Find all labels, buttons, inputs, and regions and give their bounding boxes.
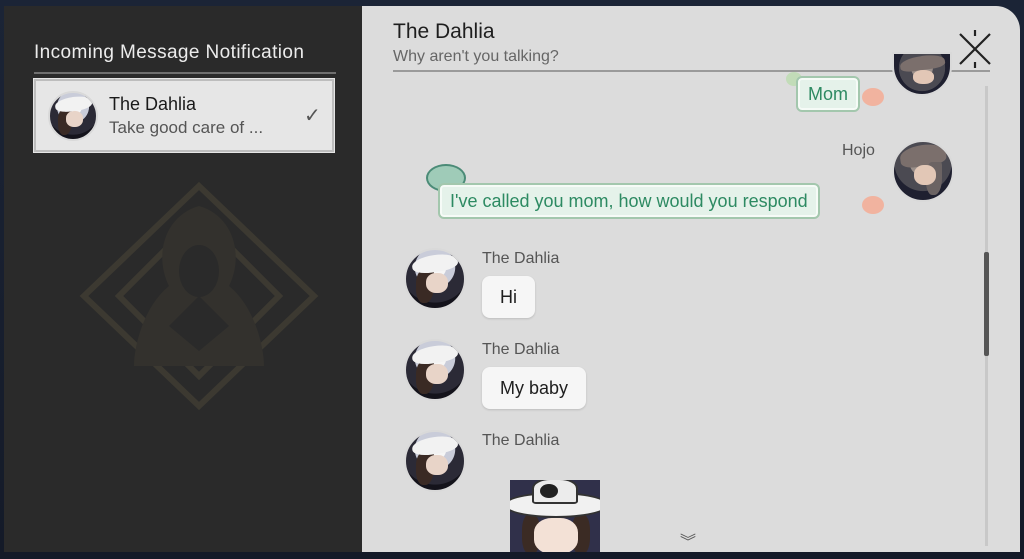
dahlia-avatar bbox=[404, 430, 466, 492]
message-sender: The Dahlia bbox=[482, 341, 560, 358]
dahlia-avatar bbox=[404, 248, 466, 310]
chat-title: The Dahlia bbox=[393, 20, 495, 43]
dahlia-avatar bbox=[404, 339, 466, 401]
decor-flower-icon bbox=[862, 88, 884, 106]
hojo-avatar bbox=[892, 52, 952, 96]
contact-card-the-dahlia[interactable]: The Dahlia Take good care of ... ✓ bbox=[33, 78, 335, 153]
contact-name: The Dahlia bbox=[109, 94, 197, 114]
message-bubble: Hi bbox=[482, 276, 535, 318]
sidebar-title: Incoming Message Notification bbox=[34, 42, 305, 63]
faction-emblem-icon bbox=[79, 181, 319, 411]
notification-sidebar: Incoming Message Notification The Dahlia… bbox=[4, 6, 364, 552]
hojo-avatar bbox=[892, 140, 954, 202]
message-sender: The Dahlia bbox=[482, 432, 560, 449]
message-option-called-mom[interactable]: I've called you mom, how would you respo… bbox=[438, 183, 820, 219]
close-icon[interactable] bbox=[952, 26, 998, 72]
decor-flower-icon bbox=[862, 196, 884, 214]
chat-subtitle: Why aren't you talking? bbox=[393, 48, 559, 65]
chat-panel: The Dahlia Why aren't you talking? Mom H… bbox=[362, 6, 1020, 552]
sidebar-title-divider bbox=[34, 72, 336, 74]
dahlia-sticker-image bbox=[510, 480, 600, 552]
dahlia-avatar bbox=[48, 91, 98, 141]
message-option-mom[interactable]: Mom bbox=[796, 76, 860, 112]
chat-scrollbar-thumb[interactable] bbox=[984, 252, 989, 356]
message-sender: Hojo bbox=[842, 142, 875, 159]
message-bubble: My baby bbox=[482, 367, 587, 409]
contact-preview: Take good care of ... bbox=[109, 118, 264, 137]
checkmark-icon: ✓ bbox=[304, 105, 321, 127]
message-sender: The Dahlia bbox=[482, 250, 560, 267]
double-chevron-down-icon[interactable]: ︾ bbox=[680, 528, 696, 552]
